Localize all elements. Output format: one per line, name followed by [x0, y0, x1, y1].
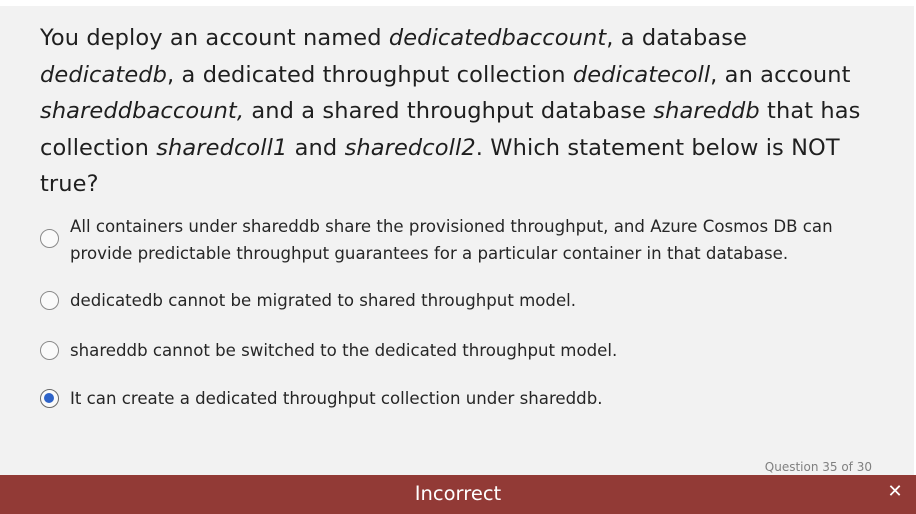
question-part: , a dedicated throughput collection: [167, 61, 573, 88]
answer-option-4[interactable]: It can create a dedicated throughput col…: [40, 386, 860, 413]
answer-option-label: It can create a dedicated throughput col…: [70, 389, 603, 408]
question-part-italic: shareddbaccount,: [40, 98, 245, 125]
result-text: Incorrect: [414, 482, 502, 505]
question-part: , a database: [606, 25, 748, 51]
answer-option-label: shareddb cannot be switched to the dedic…: [70, 341, 618, 360]
radio-button[interactable]: [40, 341, 59, 360]
question-part-italic: dedicatecoll: [572, 61, 711, 88]
question-part: and: [287, 134, 345, 161]
radio-button[interactable]: [40, 291, 59, 310]
answer-option-1[interactable]: All containers under shareddb share the …: [40, 214, 860, 267]
question-counter: Question 35 of 30: [764, 460, 872, 474]
radio-button[interactable]: [40, 229, 59, 248]
question-part: and a shared throughput database: [244, 98, 654, 125]
question-part-italic: sharedcoll1: [156, 134, 288, 161]
question-text: You deploy an account named dedicatedbac…: [40, 20, 880, 203]
question-part-italic: shareddb: [653, 98, 760, 125]
close-icon[interactable]: ✕: [885, 482, 905, 502]
answer-option-label: All containers under shareddb share the …: [70, 217, 833, 263]
question-part-italic: dedicatedbaccount: [388, 25, 607, 51]
question-panel: You deploy an account named dedicatedbac…: [0, 6, 914, 480]
answer-option-3[interactable]: shareddb cannot be switched to the dedic…: [40, 338, 860, 365]
answer-option-2[interactable]: dedicatedb cannot be migrated to shared …: [40, 288, 860, 315]
question-part: , an account: [710, 61, 851, 88]
question-part-italic: sharedcoll2: [344, 134, 476, 161]
question-part-italic: dedicatedb: [40, 61, 168, 88]
question-part: You deploy an account named: [40, 25, 389, 51]
radio-button-selected[interactable]: [40, 389, 59, 408]
result-banner: Incorrect ✕: [0, 475, 916, 514]
answer-option-label: dedicatedb cannot be migrated to shared …: [70, 291, 577, 310]
